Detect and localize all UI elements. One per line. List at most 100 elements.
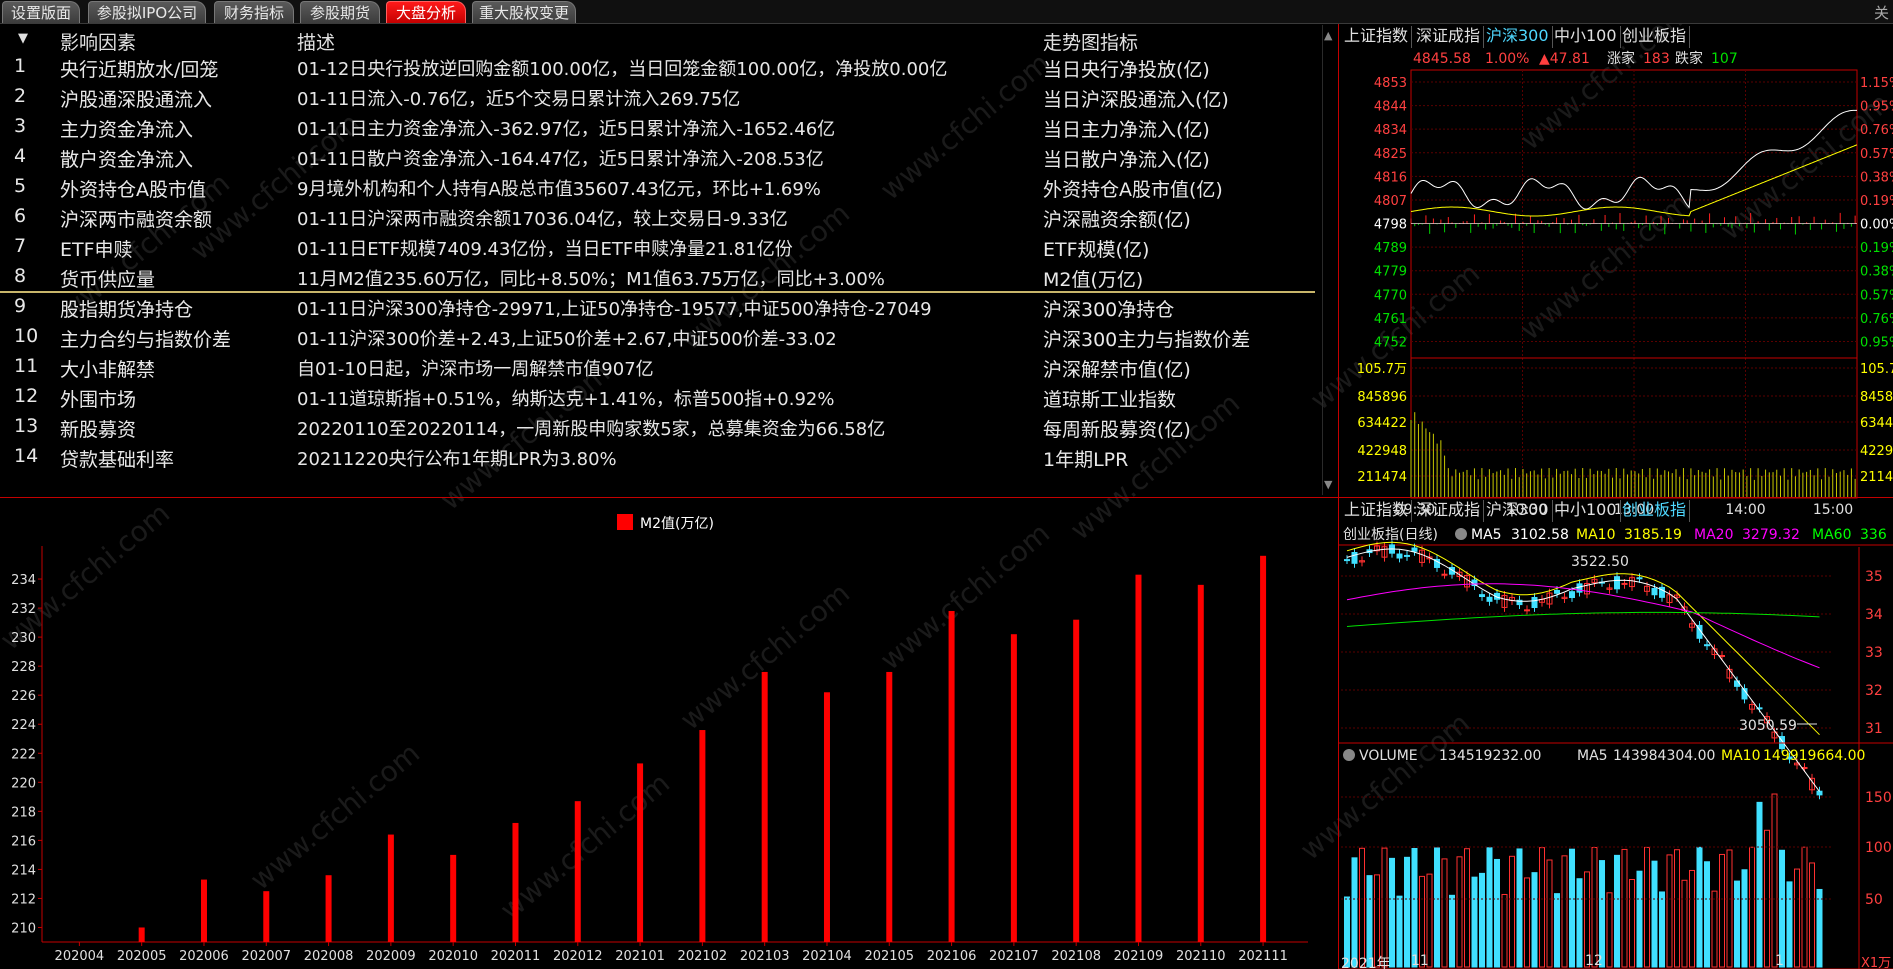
table-row[interactable]: 2 沪股通深股通流入 01-11日流入-0.76亿，近5个交易日累计流入269.75…: [0, 81, 1320, 111]
index-tab[interactable]: 中小100: [1551, 26, 1621, 48]
low-price-label: 3050.59: [1739, 718, 1797, 734]
m2-bar-chart-panel: 210 212 214 216 218 220 222 224 226 228 230 232 234 2…: [0, 497, 1340, 969]
index-tab[interactable]: 深证成指: [1413, 500, 1485, 522]
candle-body[interactable]: [1719, 655, 1725, 658]
candle-body[interactable]: [1704, 644, 1710, 647]
table-row[interactable]: 6 沪深两市融资余额 01-11日沪深两市融资余额17036.04亿，较上交易日-9…: [0, 201, 1320, 231]
row-number: 13: [14, 415, 39, 437]
window-close-fragment[interactable]: 关: [1874, 2, 1889, 23]
tab-equity-changes[interactable]: 重大股权变更: [472, 1, 576, 23]
intraday-index-tabs: 上证指数 深证成指 沪深300 中小100 创业板指: [1339, 24, 1893, 48]
index-tab[interactable]: 沪深300: [1483, 500, 1553, 522]
table-row[interactable]: 12 外围市场 01-11道琼斯指+0.51%，纳斯达克+1.41%，标普500指+…: [0, 381, 1320, 411]
info-up-label: 涨家: [1607, 50, 1635, 67]
candle-body[interactable]: [1411, 547, 1418, 552]
volume-settings-icon[interactable]: [1343, 749, 1355, 761]
candle-body[interactable]: [1404, 554, 1410, 557]
settings-dot-icon[interactable]: [1455, 528, 1467, 540]
candle-body[interactable]: [1531, 597, 1538, 608]
table-row[interactable]: 8 货币供应量 11月M2值235.60万亿，同比+8.50%；M1值63.75万亿…: [0, 261, 1320, 291]
m2-bar[interactable]: [200, 879, 207, 942]
table-row[interactable]: 5 外资持仓A股市值 9月境外机构和个人持有A股总市值35607.43亿元，环比+1…: [0, 171, 1320, 201]
table-row[interactable]: 1 央行近期放水/回笼 01-12日央行投放逆回购金额100.00亿，当日回笼金额1…: [0, 51, 1320, 81]
candle-body[interactable]: [1486, 596, 1493, 602]
table-row[interactable]: 4 散户资金净流入 01-11日散户资金净流入-164.47亿，近5日累计净流入-2…: [0, 141, 1320, 171]
m2-bar[interactable]: [387, 834, 394, 942]
m2-bar[interactable]: [1010, 634, 1017, 942]
legend-label: M2值(万亿): [640, 516, 714, 532]
m2-bar[interactable]: [574, 801, 581, 942]
m2-bar[interactable]: [1135, 574, 1142, 942]
m2-bar[interactable]: [699, 730, 706, 942]
m2-bar[interactable]: [637, 763, 644, 942]
volume-bar: [1449, 894, 1455, 968]
price-axis-label: 31: [1865, 721, 1883, 737]
tab-futures-holdings[interactable]: 参股期货: [300, 1, 380, 23]
tab-layout-settings[interactable]: 设置版面: [2, 1, 80, 23]
table-row[interactable]: 11 大小非解禁 自01-10日起，沪深市场一周解禁市值907亿 沪深解禁市值(亿): [0, 351, 1320, 381]
candle-body[interactable]: [1524, 609, 1530, 612]
volume-bar: [1396, 895, 1403, 968]
volume-bar: [1501, 893, 1508, 968]
candle-body[interactable]: [1614, 576, 1620, 590]
candle-body[interactable]: [1479, 594, 1485, 598]
candle-body[interactable]: [1396, 553, 1403, 559]
volume-bar: [1411, 848, 1418, 968]
index-tab[interactable]: 沪深300: [1483, 26, 1553, 48]
y-tick-label: 210: [11, 921, 36, 936]
scroll-up-arrow-icon[interactable]: ▲: [1324, 29, 1332, 42]
row-number: 14: [14, 445, 39, 467]
table-scrollbar[interactable]: ▲ ▼: [1322, 25, 1338, 495]
table-row[interactable]: 14 贷款基础利率 20211220央行公布1年期LPR为3.80% 1年期LPR: [0, 441, 1320, 471]
row-number: 9: [14, 295, 27, 317]
m2-bar[interactable]: [263, 891, 270, 942]
candle-body[interactable]: [1554, 590, 1560, 594]
table-row[interactable]: 13 新股募资 20220110至20220114，一周新股申购家数5家，总募集资金…: [0, 411, 1320, 441]
row-number: 2: [14, 85, 27, 107]
m2-bar[interactable]: [886, 671, 893, 942]
tab-market-analysis[interactable]: 大盘分析: [386, 1, 466, 23]
table-row[interactable]: 3 主力资金净流入 01-11日主力资金净流入-362.97亿，近5日累计净流入-1…: [0, 111, 1320, 141]
m2-bar[interactable]: [138, 927, 145, 942]
trend-indicator: 当日散户净流入(亿): [1043, 149, 1210, 171]
tab-ipo-holdings[interactable]: 参股拟IPO公司: [88, 1, 206, 23]
sort-arrow-icon[interactable]: ▼: [18, 31, 28, 46]
candle-body[interactable]: [1816, 790, 1823, 796]
ma-value: 336: [1860, 527, 1887, 543]
candle-body[interactable]: [1569, 591, 1575, 599]
candle-body[interactable]: [1636, 577, 1643, 580]
m2-bar[interactable]: [450, 854, 457, 942]
m2-bar[interactable]: [948, 610, 955, 942]
ma-value: 3185.19: [1624, 527, 1682, 543]
scroll-down-arrow-icon[interactable]: ▼: [1324, 478, 1332, 491]
m2-bar[interactable]: [1260, 555, 1267, 942]
index-tab[interactable]: 创业板指: [1619, 26, 1691, 48]
index-tab[interactable]: 深证成指: [1413, 26, 1485, 48]
m2-bar[interactable]: [761, 671, 768, 942]
table-row[interactable]: 10 主力合约与指数价差 01-11沪深300价差+2.43,上证50价差+2.67…: [0, 321, 1320, 351]
volume-axis-label: 634422: [1357, 416, 1407, 431]
candle-body[interactable]: [1344, 559, 1350, 562]
volume-bar: [1606, 892, 1613, 968]
table-row[interactable]: 7 ETF申赎 01-11日ETF规模7409.43亿份，当日ETF申赎净量21.8…: [0, 231, 1320, 261]
factor-name: 散户资金净流入: [60, 149, 194, 171]
tab-financial-indicators[interactable]: 财务指标: [214, 1, 294, 23]
m2-bar[interactable]: [512, 822, 519, 942]
index-tab[interactable]: 创业板指: [1619, 500, 1691, 522]
candle-body[interactable]: [1621, 582, 1628, 585]
m2-bar[interactable]: [325, 875, 332, 942]
index-tab[interactable]: 中小100: [1551, 500, 1621, 522]
candle-body[interactable]: [1651, 587, 1658, 596]
table-row[interactable]: 9 股指期货净持仓 01-11日沪深300净持仓-29971,上证50净持仓-195…: [0, 291, 1320, 321]
x-tick-label: 202005: [117, 949, 167, 964]
m2-bar[interactable]: [1197, 584, 1204, 942]
candle-body[interactable]: [1576, 583, 1583, 593]
candle-body[interactable]: [1441, 573, 1448, 576]
factor-description: 01-11日散户资金净流入-164.47亿，近5日累计净流入-208.53亿: [297, 149, 824, 170]
index-tab[interactable]: 上证指数: [1341, 26, 1413, 48]
pct-axis-label: 0.00%: [1860, 218, 1893, 233]
m2-bar[interactable]: [823, 692, 830, 942]
index-tab[interactable]: 上证指数: [1341, 500, 1413, 522]
m2-bar[interactable]: [1073, 619, 1080, 942]
candle-body[interactable]: [1351, 552, 1358, 564]
